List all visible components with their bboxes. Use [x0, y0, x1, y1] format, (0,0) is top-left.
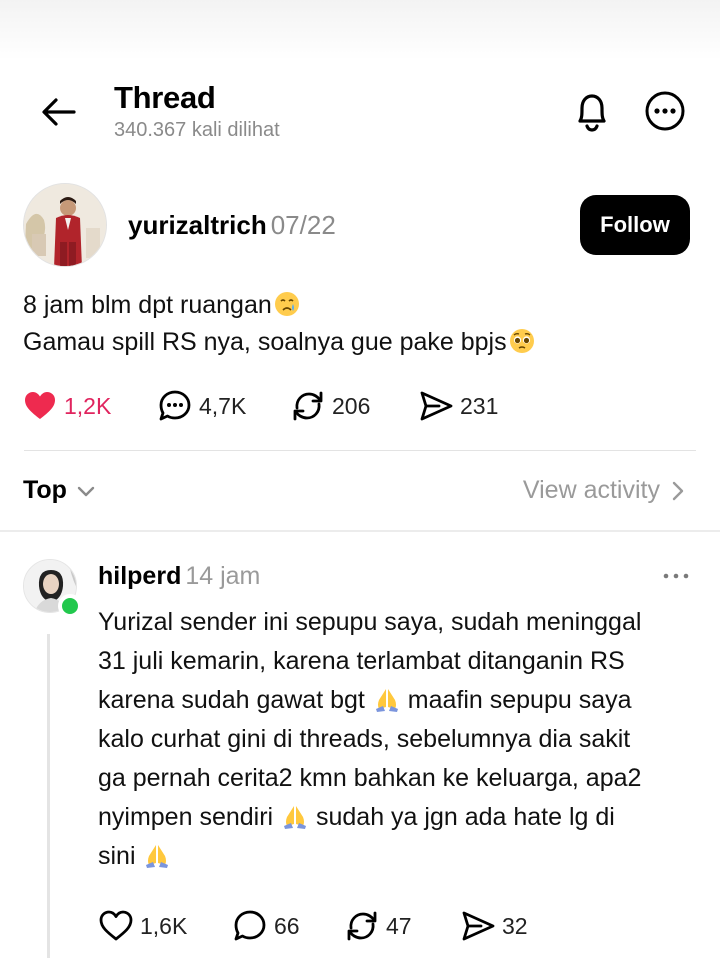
share-button[interactable]: 231 — [418, 386, 498, 426]
view-count: 340.367 kali dilihat — [114, 119, 280, 141]
share-icon — [462, 911, 495, 941]
repost-button[interactable]: 206 — [290, 386, 370, 426]
reply-repost-count: 47 — [386, 912, 412, 939]
chevron-right-icon — [672, 481, 684, 500]
crying-face-emoji — [274, 292, 299, 316]
sort-dropdown[interactable]: Top — [23, 476, 97, 505]
reply-line-text: sini — [98, 842, 143, 870]
bell-icon[interactable] — [570, 88, 614, 134]
reply-line: Yurizal sender ini sepupu saya, sudah me… — [98, 608, 642, 636]
pleading-face-emoji — [509, 329, 534, 353]
follow-button[interactable]: Follow — [580, 195, 690, 255]
heart-icon — [99, 910, 133, 941]
reply-line: ga pernah cerita2 kmn bahkan ke keluarga… — [98, 764, 642, 792]
repost-count: 206 — [332, 392, 371, 419]
sort-label: Top — [23, 476, 67, 504]
comment-icon — [234, 910, 266, 941]
folded-hands-emoji — [284, 806, 307, 829]
more-options-icon[interactable] — [644, 90, 686, 132]
reply-line-text: nyimpen sendiri — [98, 803, 281, 831]
reply-line: kalo curhat gini di threads, sebelumnya … — [98, 725, 631, 753]
repost-icon — [293, 391, 323, 421]
reply-repost-button[interactable]: 47 — [344, 906, 412, 946]
reply-like-count: 1,6K — [140, 912, 188, 939]
post-line: 8 jam blm dpt ruangan — [23, 287, 536, 324]
post-actions: 1,2K 4,7K 206 231 — [22, 386, 582, 426]
share-icon — [420, 391, 453, 421]
folded-hands-emoji — [375, 689, 398, 712]
chevron-down-icon — [77, 486, 95, 496]
reply-line-text: maafin sepupu saya — [400, 686, 632, 714]
reply-share-button[interactable]: 32 — [460, 906, 528, 946]
divider — [24, 450, 696, 451]
post-text: 8 jam blm dpt ruangan Gamau spill RS nya… — [23, 287, 536, 361]
reply-more-icon[interactable] — [661, 566, 691, 586]
post-date: 07/22 — [270, 210, 336, 240]
status-bar-area — [0, 0, 720, 60]
back-arrow-icon[interactable] — [38, 92, 78, 132]
reply-line-text: karena sudah gawat bgt — [98, 686, 372, 714]
reply-comment-count: 66 — [274, 912, 300, 939]
reply-line: sini — [98, 837, 641, 876]
reply-line: 31 juli kemarin, karena terlambat ditang… — [98, 647, 625, 675]
view-activity-link[interactable]: View activity — [523, 476, 686, 505]
post-line-text: 8 jam blm dpt ruangan — [23, 291, 272, 319]
reply-text: Yurizal sender ini sepupu saya, sudah me… — [98, 603, 641, 876]
comment-button[interactable]: 4,7K — [157, 386, 246, 426]
online-status-indicator — [58, 594, 82, 618]
divider — [0, 530, 720, 532]
reply-line: nyimpen sendiri sudah ya jgn ada hate lg… — [98, 798, 641, 837]
reply-time: 14 jam — [185, 562, 261, 590]
post-line: Gamau spill RS nya, soalnya gue pake bpj… — [23, 324, 536, 361]
like-button[interactable]: 1,2K — [22, 386, 111, 426]
reply-comment-button[interactable]: 66 — [232, 906, 300, 946]
reply-like-button[interactable]: 1,6K — [98, 906, 187, 946]
folded-hands-emoji — [146, 845, 169, 868]
author-username[interactable]: yurizaltrich — [128, 210, 267, 240]
thread-connector-line — [47, 634, 50, 958]
author-avatar[interactable] — [23, 183, 107, 267]
post-author[interactable]: yurizaltrich 07/22 — [128, 210, 336, 241]
reply-line: karena sudah gawat bgt maafin sepupu say… — [98, 681, 641, 720]
reply-author[interactable]: hilperd 14 jam — [98, 562, 260, 591]
reply-line-text: sudah ya jgn ada hate lg di — [309, 803, 615, 831]
comment-icon — [159, 390, 191, 421]
view-activity-label: View activity — [522, 476, 660, 504]
like-count: 1,2K — [64, 392, 112, 419]
repost-icon — [347, 911, 377, 941]
post-line-text: Gamau spill RS nya, soalnya gue pake bpj… — [23, 328, 507, 356]
share-count: 231 — [460, 392, 499, 419]
reply-username[interactable]: hilperd — [98, 562, 181, 590]
heart-icon — [25, 392, 55, 419]
reply-actions: 1,6K 66 47 32 — [98, 906, 598, 946]
comment-count: 4,7K — [199, 392, 247, 419]
page-title: Thread — [114, 80, 216, 115]
reply-share-count: 32 — [502, 912, 528, 939]
